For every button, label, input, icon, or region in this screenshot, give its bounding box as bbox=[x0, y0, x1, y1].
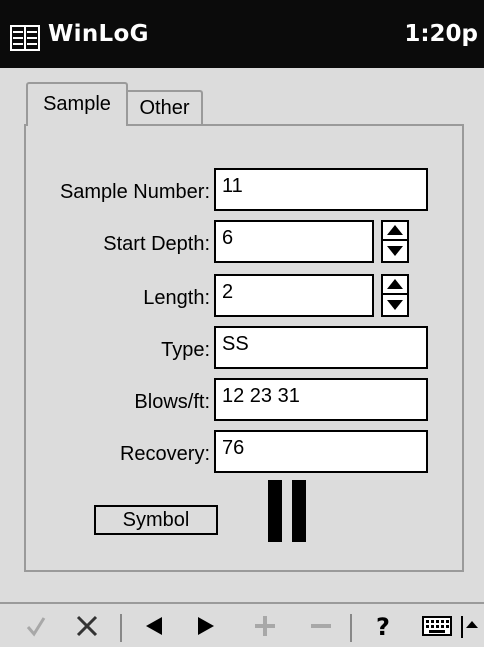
stepper-up-icon[interactable] bbox=[383, 276, 407, 295]
length-label: Length: bbox=[143, 287, 210, 309]
command-bar: ? bbox=[0, 602, 484, 647]
next-icon[interactable] bbox=[189, 608, 223, 646]
start-depth-label: Start Depth: bbox=[103, 233, 210, 255]
recovery-label: Recovery: bbox=[119, 443, 210, 465]
keyboard-icon[interactable] bbox=[420, 608, 454, 646]
tab-sample[interactable]: Sample bbox=[26, 82, 128, 126]
symbol-preview-bar-left bbox=[268, 480, 282, 542]
symbol-preview-bar-right bbox=[292, 480, 306, 542]
type-field[interactable]: SS bbox=[214, 326, 428, 369]
plus-icon[interactable] bbox=[248, 608, 282, 646]
length-stepper[interactable] bbox=[381, 274, 409, 317]
tab-other[interactable]: Other bbox=[128, 90, 203, 124]
sample-number-label: Sample Number: bbox=[59, 181, 210, 203]
stepper-down-icon[interactable] bbox=[383, 242, 407, 261]
minus-icon[interactable] bbox=[304, 608, 338, 646]
length-field[interactable]: 2 bbox=[214, 274, 374, 317]
close-icon[interactable] bbox=[70, 608, 104, 646]
blows-ft-label: Blows/ft: bbox=[134, 391, 210, 413]
stepper-up-icon[interactable] bbox=[383, 222, 407, 241]
start-depth-stepper[interactable] bbox=[381, 220, 409, 263]
prev-icon[interactable] bbox=[137, 608, 171, 646]
symbol-button[interactable]: Symbol bbox=[94, 505, 218, 535]
sip-arrow-icon[interactable] bbox=[458, 608, 482, 646]
title-bar: WinLoG 1:20p bbox=[0, 0, 484, 68]
stepper-down-icon[interactable] bbox=[383, 296, 407, 315]
blows-ft-field[interactable]: 12 23 31 bbox=[214, 378, 428, 421]
check-icon[interactable] bbox=[19, 608, 53, 646]
help-icon[interactable]: ? bbox=[366, 608, 400, 646]
app-logo-icon[interactable] bbox=[10, 24, 40, 52]
start-depth-field[interactable]: 6 bbox=[214, 220, 374, 263]
type-label: Type: bbox=[161, 339, 210, 361]
clock[interactable]: 1:20p bbox=[404, 21, 478, 47]
toolbar-separator bbox=[120, 614, 122, 642]
recovery-field[interactable]: 76 bbox=[214, 430, 428, 473]
toolbar-separator bbox=[350, 614, 352, 642]
app-title: WinLoG bbox=[48, 21, 149, 47]
sample-number-field[interactable]: 11 bbox=[214, 168, 428, 211]
